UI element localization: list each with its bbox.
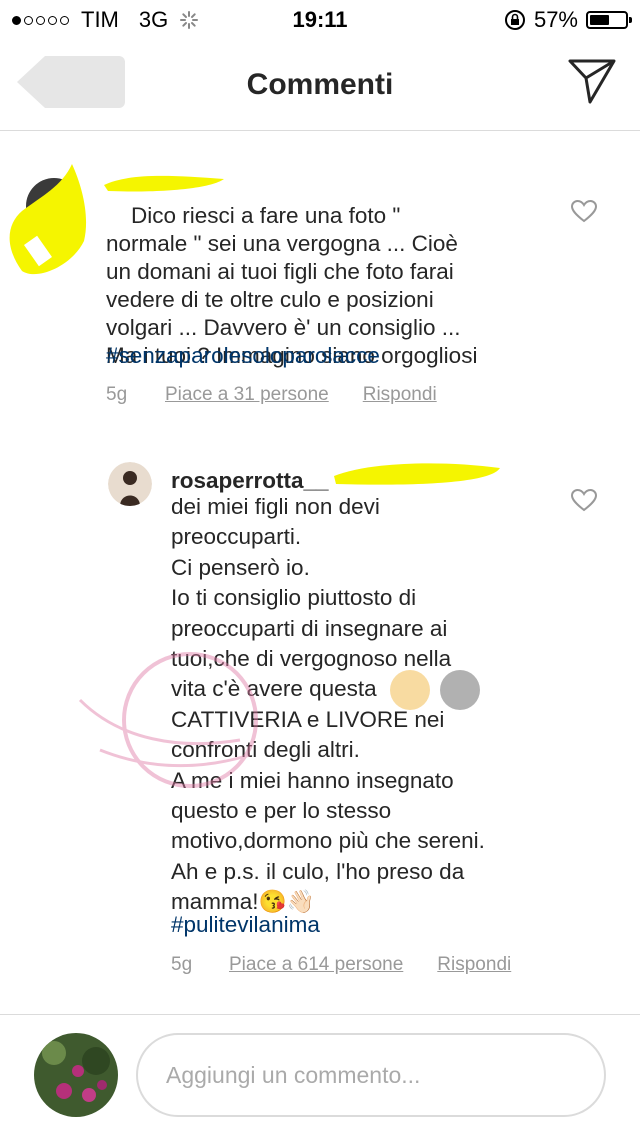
comment-input[interactable] — [164, 1061, 588, 1090]
comment-age: 5g — [106, 384, 128, 405]
battery-percent: 57% — [533, 7, 578, 32]
highlighter-scribble — [334, 463, 500, 485]
like-heart-icon[interactable] — [571, 489, 597, 512]
comment-hashtag[interactable]: #senzaparolesoloparolacce — [106, 342, 380, 370]
comment-input-container[interactable] — [136, 1033, 606, 1117]
status-bar: TIM 3G 19:11 57% — [0, 0, 640, 40]
reply-button[interactable]: Rispondi — [363, 384, 437, 406]
send-direct-icon[interactable] — [568, 58, 616, 104]
battery-icon — [586, 11, 632, 29]
comment-meta: 5g Piace a 614 persone Rispondi — [171, 954, 511, 976]
avatar[interactable] — [2, 146, 92, 276]
likes-link[interactable]: Piace a 614 persone — [229, 954, 403, 976]
page-title: Commenti — [246, 68, 394, 101]
avatar[interactable] — [108, 462, 152, 506]
comment-hashtag[interactable]: #pulitevilanima — [171, 911, 320, 939]
status-right: 57% — [504, 7, 632, 33]
navigation-bar: Commenti — [0, 40, 640, 131]
avatar — [34, 1033, 118, 1117]
like-heart-icon[interactable] — [571, 200, 597, 223]
rotation-lock-icon — [504, 10, 525, 30]
comment-composer — [0, 1014, 640, 1137]
comment-meta: 5g Piace a 31 persone Rispondi — [106, 384, 437, 406]
watermark-logo — [78, 652, 480, 788]
comment-username[interactable]: rosaperrotta__ — [171, 467, 329, 495]
comment-age: 5g — [171, 954, 193, 975]
likes-link[interactable]: Piace a 31 persone — [165, 384, 329, 406]
reply-button[interactable]: Rispondi — [437, 954, 511, 976]
comment-item: Dico riesci a fare una foto " normale " … — [0, 131, 640, 421]
